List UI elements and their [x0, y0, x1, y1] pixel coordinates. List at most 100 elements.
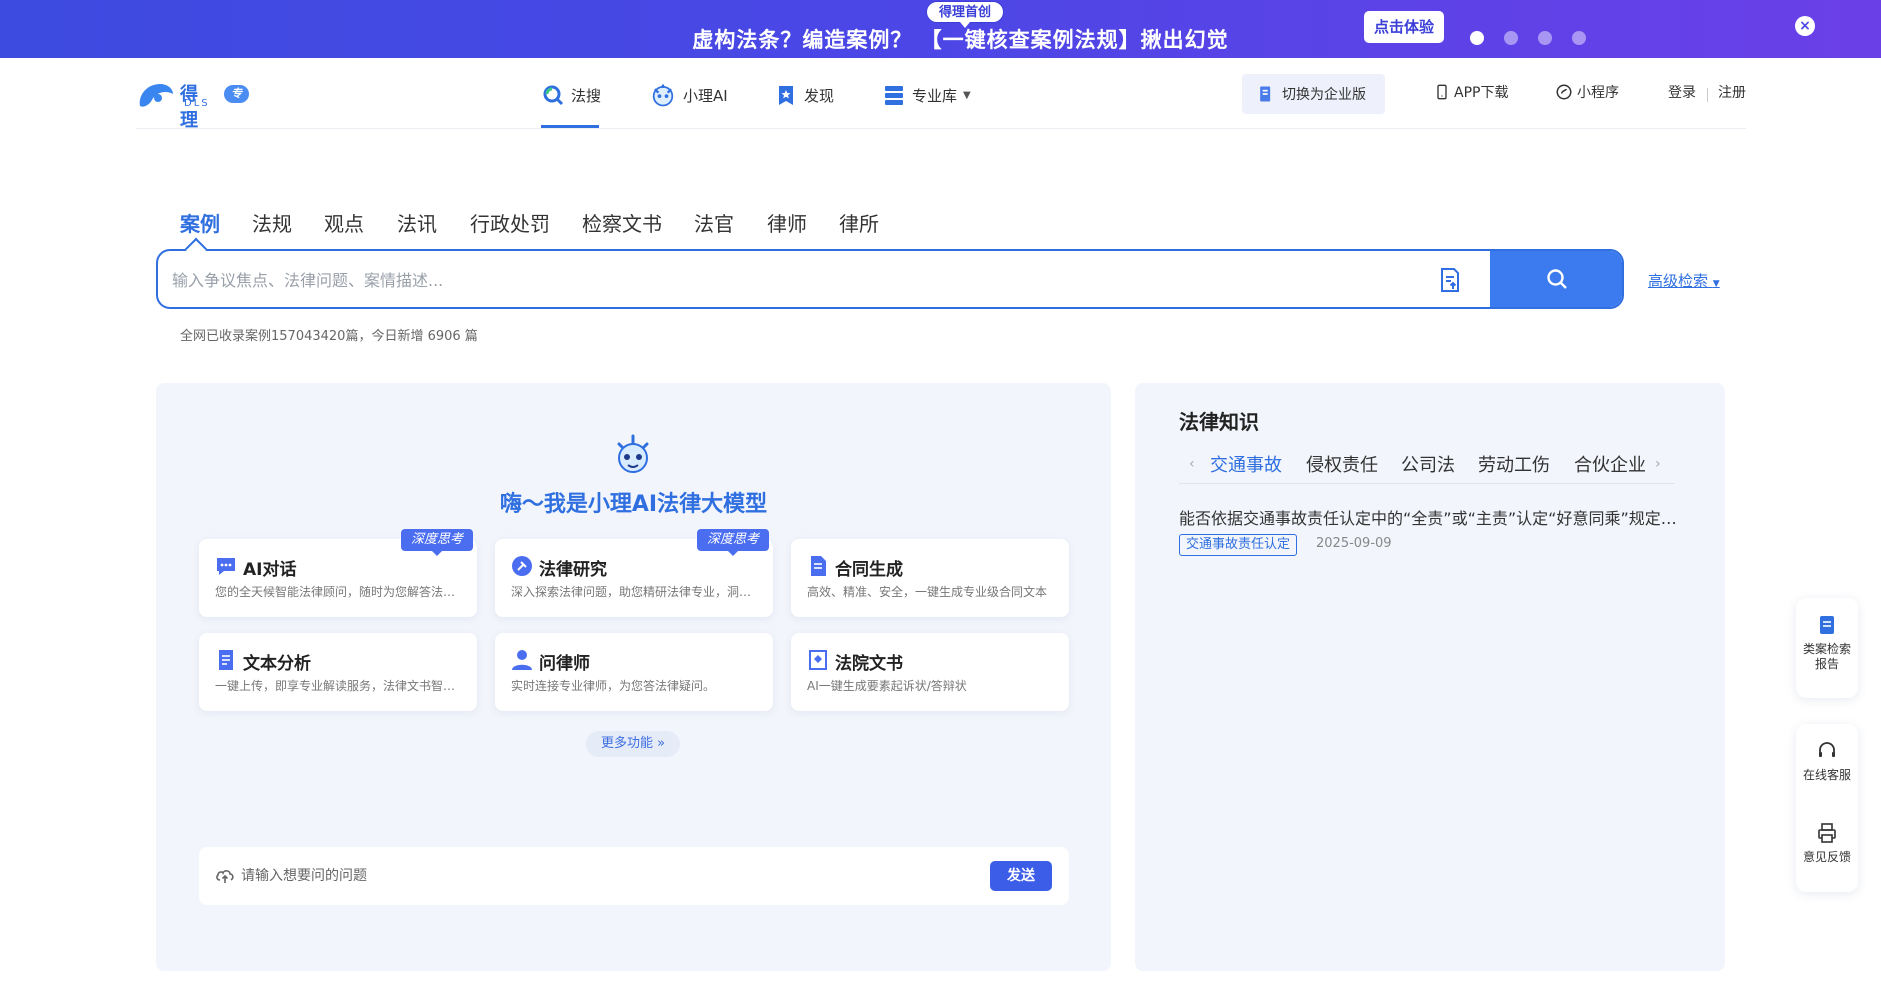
carousel-dot-2[interactable] [1504, 31, 1518, 45]
report-icon [1820, 616, 1834, 634]
xiaoli-mascot-icon [617, 434, 649, 473]
logo-icon [139, 84, 173, 107]
tab-procuratorate-docs[interactable]: 检察文书 [582, 208, 662, 237]
nav-professional-library[interactable]: 专业库 ▼ [882, 80, 971, 110]
search-button[interactable] [1490, 251, 1622, 307]
search-input[interactable] [172, 265, 1352, 295]
logo-sub: DLS [184, 98, 210, 109]
tab-case[interactable]: 案例 [180, 208, 220, 237]
upload-document-icon[interactable] [1438, 267, 1462, 293]
nav-xiaoli-label: 小理AI [683, 86, 728, 105]
ai-greeting-title: 嗨～我是小理AI法律大模型 [499, 492, 768, 517]
card-desc: 实时连接专业律师，为您答法律疑问。 [511, 679, 716, 693]
deep-thinking-badge: 深度思考 [696, 529, 769, 556]
banner-cta-button[interactable]: 点击体验 [1364, 11, 1444, 43]
kb-tab-partnership[interactable]: 合伙企业 [1574, 451, 1646, 477]
legal-knowledge-tabs: ‹ 交通事故 侵权责任 公司法 劳动工伤 合伙企业 › [1179, 450, 1675, 484]
lawyer-person-icon [512, 650, 532, 670]
feedback-label: 意见反馈 [1802, 850, 1851, 864]
bookmark-star-icon [779, 86, 793, 105]
chevron-left-icon[interactable]: ‹ [1189, 456, 1195, 472]
feature-card-contract-generation[interactable]: 合同生成 高效、精准、安全，一键生成专业级合同文本 [791, 539, 1069, 617]
login-link[interactable]: 登录 [1668, 82, 1696, 102]
more-features-button[interactable]: 更多功能 » [586, 731, 680, 757]
kb-tab-company-law[interactable]: 公司法 [1401, 451, 1455, 477]
online-service-button[interactable]: 在线客服 [1796, 740, 1858, 783]
card-title: 法律研究 [539, 560, 607, 580]
kb-tab-traffic-accident[interactable]: 交通事故 [1210, 451, 1282, 477]
feature-card-legal-research[interactable]: 法律研究 深入探索法律问题，助您精研法律专业，洞察法律 深度思考 [495, 529, 773, 617]
court-document-icon [809, 650, 827, 670]
legal-knowledge-title: 法律知识 [1179, 410, 1259, 434]
floating-tools: 在线客服 意见反馈 [1796, 724, 1858, 892]
advanced-search-label: 高级检索 [1648, 272, 1709, 290]
card-desc: 深入探索法律问题，助您精研法律专业，洞察法律 [511, 585, 761, 599]
nav-fasou[interactable]: 法搜 [541, 80, 601, 110]
floating-similar-case-report[interactable]: 类案检索报告 [1796, 598, 1858, 698]
document-icon [811, 556, 826, 576]
mini-program-icon [1556, 84, 1572, 100]
card-title: 问律师 [539, 654, 590, 674]
search-icon [1547, 269, 1567, 289]
similar-case-label: 类案检索报告 [1802, 642, 1851, 671]
tab-regulation[interactable]: 法规 [252, 208, 292, 237]
nav-library-label: 专业库 [912, 86, 958, 105]
tab-judge[interactable]: 法官 [694, 208, 734, 237]
kb-article-tag[interactable]: 交通事故责任认定 [1179, 534, 1298, 556]
switch-enterprise-label: 切换为企业版 [1282, 87, 1366, 103]
banner-text: 虚构法条？编造案例？ 【一键核查案例法规】揪出幻觉 [692, 28, 1229, 52]
feature-card-ask-lawyer[interactable]: 问律师 实时连接专业律师，为您答法律疑问。 [495, 633, 773, 711]
feature-card-text-analysis[interactable]: 文本分析 一键上传，即享专业解读服务，法律文书智能分析 [199, 633, 477, 711]
tab-viewpoint[interactable]: 观点 [324, 208, 364, 237]
card-desc: 高效、精准、安全，一键生成专业级合同文本 [807, 585, 1048, 599]
mini-program-link[interactable]: 小程序 [1555, 82, 1619, 102]
deep-thinking-badge: 深度思考 [400, 529, 473, 556]
carousel-dot-4[interactable] [1572, 31, 1586, 45]
logo-badge: 专业版 [224, 85, 249, 136]
xiaoli-mascot-icon [652, 84, 674, 107]
kb-article-date: 2025-09-09 [1316, 536, 1392, 551]
nav-discover[interactable]: 发现 [774, 80, 834, 110]
kb-article-title[interactable]: 能否依据交通事故责任认定中的“全责”或“主责”认定“好意同乘”规定中的重大过失 [1179, 505, 1679, 529]
text-document-icon [219, 650, 233, 670]
chevron-right-icon[interactable]: › [1655, 456, 1661, 472]
banner-close-icon[interactable]: × [1795, 16, 1815, 36]
building-icon [1260, 86, 1271, 102]
nav-fasou-label: 法搜 [571, 86, 602, 105]
card-desc: 您的全天候智能法律顾问，随时为您解答法律问题 [215, 585, 465, 599]
fasou-icon [543, 85, 564, 106]
carousel-dot-3[interactable] [1538, 31, 1552, 45]
chevron-down-icon: ▼ [963, 89, 971, 101]
tab-law-firm[interactable]: 律所 [839, 208, 879, 237]
card-title: AI对话 [243, 560, 297, 580]
upload-cloud-icon[interactable] [215, 866, 235, 886]
feature-card-ai-chat[interactable]: AI对话 您的全天候智能法律顾问，随时为您解答法律问题 深度思考 [199, 529, 477, 617]
feedback-button[interactable]: 意见反馈 [1796, 822, 1858, 865]
printer-feedback-icon [1818, 823, 1836, 843]
ask-question-box: 发送 [199, 847, 1069, 905]
advanced-search-link[interactable]: 高级检索 ▼ [1648, 270, 1720, 291]
nav-discover-label: 发现 [804, 86, 835, 105]
kb-tab-tort-liability[interactable]: 侵权责任 [1306, 451, 1378, 477]
carousel-dot-1[interactable] [1470, 31, 1484, 45]
feature-card-court-documents[interactable]: 法院文书 AI一键生成要素起诉状/答辩状 [791, 633, 1069, 711]
mini-program-label: 小程序 [1577, 85, 1619, 101]
nav-divider-line [136, 128, 1746, 129]
card-title: 法院文书 [835, 654, 903, 674]
ask-question-input[interactable] [241, 861, 941, 891]
tab-lawyer[interactable]: 律师 [767, 208, 807, 237]
nav-xiaoli-ai[interactable]: 小理AI [649, 80, 728, 110]
promo-banner[interactable]: 得理首创 虚构法条？编造案例？ 【一键核查案例法规】揪出幻觉 点击体验 × [0, 0, 1881, 58]
card-desc: 一键上传，即享专业解读服务，法律文书智能分析 [215, 679, 465, 693]
register-link[interactable]: 注册 [1718, 82, 1746, 102]
search-box [156, 249, 1624, 309]
collection-stats: 全网已收录案例157043420篇，今日新增 6906 篇 [180, 329, 478, 344]
tab-admin-penalty[interactable]: 行政处罚 [470, 208, 550, 237]
gavel-icon [512, 556, 532, 576]
chat-bubble-icon [217, 558, 235, 575]
kb-tab-work-injury[interactable]: 劳动工伤 [1478, 451, 1550, 477]
app-download-link[interactable]: APP下载 [1434, 82, 1508, 102]
tab-legal-news[interactable]: 法讯 [397, 208, 437, 237]
switch-enterprise-button[interactable]: 切换为企业版 [1242, 74, 1385, 114]
send-button[interactable]: 发送 [990, 861, 1052, 891]
